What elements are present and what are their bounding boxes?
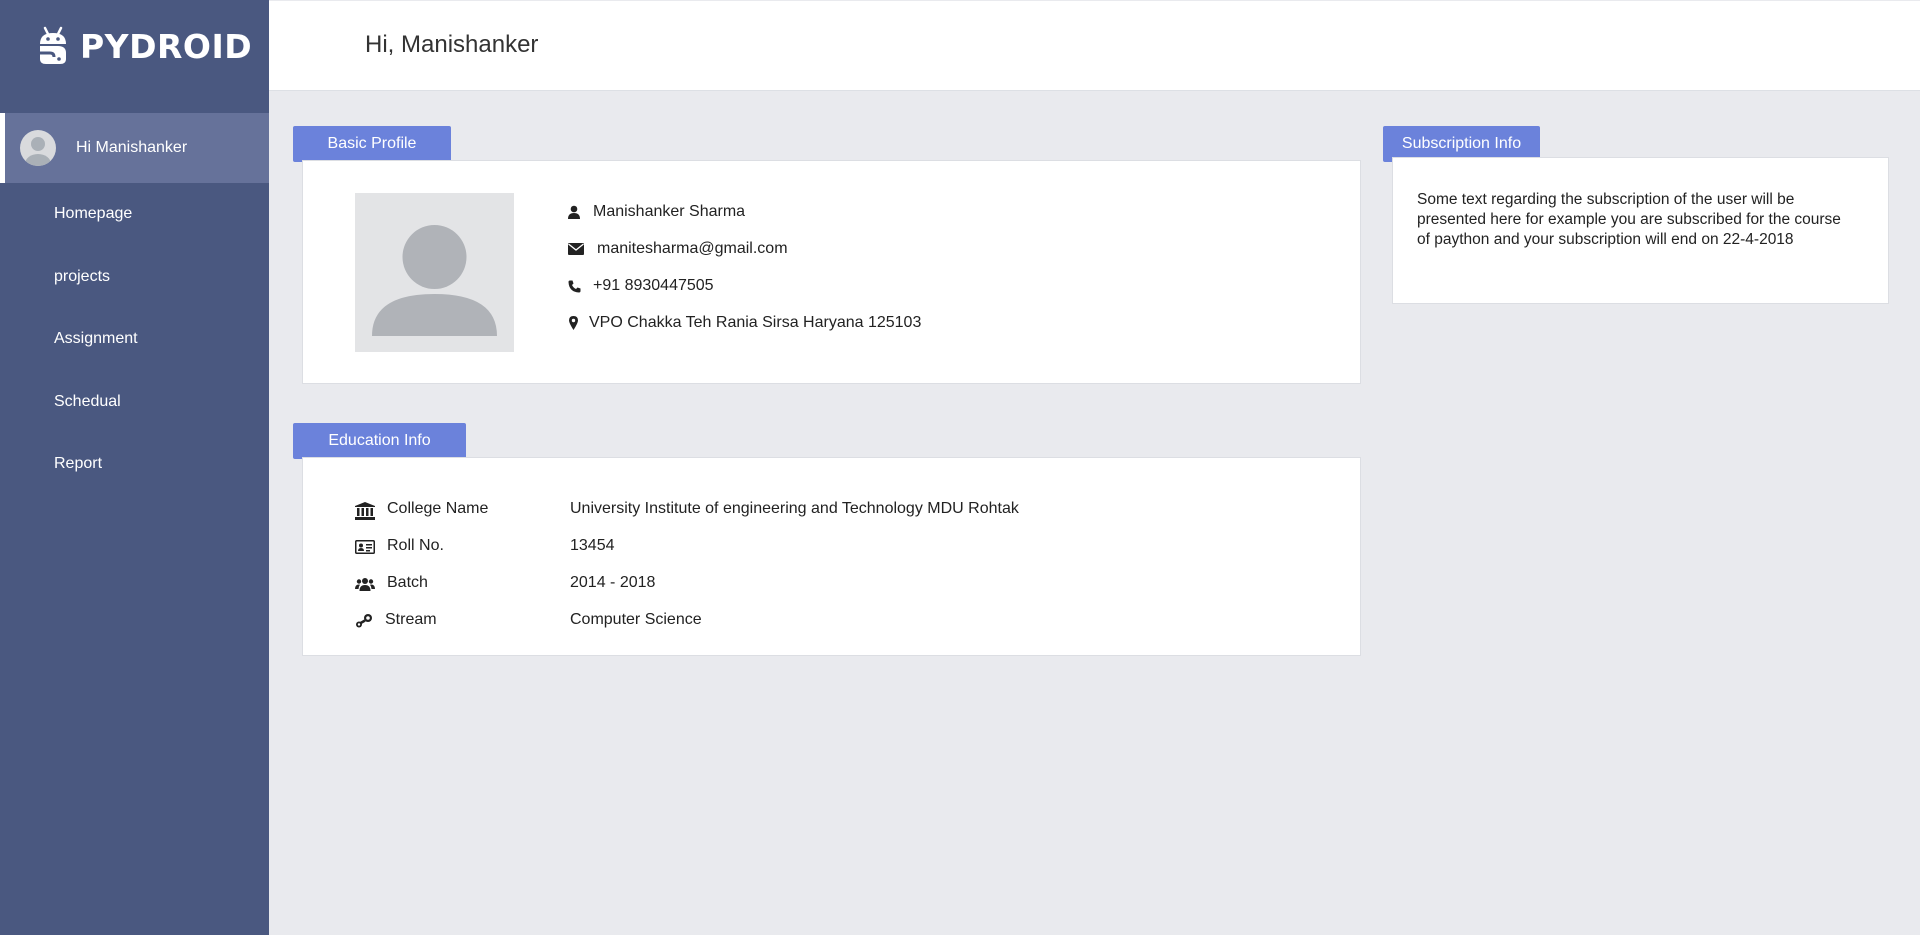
profile-address: VPO Chakka Teh Rania Sirsa Haryana 12510… [589, 314, 922, 331]
sidebar-item-schedual[interactable]: Schedual [54, 393, 121, 411]
university-icon [355, 502, 375, 520]
phone-icon [567, 278, 581, 294]
subscription-card: Some text regarding the subscription of … [1392, 157, 1889, 304]
page-title: Hi, Manishanker [365, 31, 539, 58]
basic-profile-card: Manishanker Sharma manitesharma@gmail.co… [302, 160, 1361, 384]
sidebar: PYDROID Hi Manishanker Homepage projects… [0, 0, 269, 935]
id-card-icon [355, 539, 375, 557]
map-marker-icon [567, 315, 579, 331]
stream-label: Stream [385, 611, 437, 628]
users-icon [355, 576, 375, 594]
profile-phone-row: +91 8930447505 [567, 277, 714, 295]
tab-basic-profile[interactable]: Basic Profile [293, 126, 451, 162]
top-header: Hi, Manishanker [269, 1, 1920, 91]
sidebar-user[interactable]: Hi Manishanker [0, 113, 269, 183]
profile-picture [355, 193, 514, 352]
sidebar-item-projects[interactable]: projects [54, 268, 110, 286]
batch-value: 2014 - 2018 [570, 574, 656, 591]
subscription-text: Some text regarding the subscription of … [1417, 191, 1841, 248]
education-row-batch: Batch 2014 - 2018 [355, 574, 1255, 596]
user-icon [567, 204, 581, 220]
logo[interactable]: PYDROID [36, 24, 252, 68]
college-name-label: College Name [387, 500, 489, 517]
roll-no-value: 13454 [570, 537, 615, 554]
sidebar-item-homepage[interactable]: Homepage [54, 205, 132, 223]
profile-address-row: VPO Chakka Teh Rania Sirsa Haryana 12510… [567, 314, 921, 332]
sidebar-item-assignment[interactable]: Assignment [54, 330, 138, 348]
avatar [20, 130, 56, 166]
profile-name-row: Manishanker Sharma [567, 203, 745, 221]
sidebar-item-report[interactable]: Report [54, 455, 102, 473]
python-android-logo-icon [40, 26, 66, 64]
batch-label: Batch [387, 574, 428, 591]
education-card: College Name University Institute of eng… [302, 457, 1361, 656]
sidebar-user-greeting: Hi Manishanker [76, 139, 188, 156]
steam-icon [355, 613, 375, 631]
education-row-college: College Name University Institute of eng… [355, 500, 1255, 522]
profile-email: manitesharma@gmail.com [597, 240, 788, 257]
stream-value: Computer Science [570, 611, 702, 628]
user-placeholder-icon [372, 225, 497, 336]
user-avatar-icon [25, 137, 51, 166]
tab-education-info[interactable]: Education Info [293, 423, 466, 459]
profile-phone: +91 8930447505 [593, 277, 714, 294]
profile-name: Manishanker Sharma [593, 203, 746, 220]
envelope-icon [567, 241, 585, 257]
education-row-stream: Stream Computer Science [355, 611, 1255, 633]
brand-name: PYDROID [80, 26, 253, 66]
roll-no-label: Roll No. [387, 537, 444, 554]
education-row-roll: Roll No. 13454 [355, 537, 1255, 559]
college-name-value: University Institute of engineering and … [570, 500, 1019, 517]
profile-email-row: manitesharma@gmail.com [567, 240, 788, 258]
